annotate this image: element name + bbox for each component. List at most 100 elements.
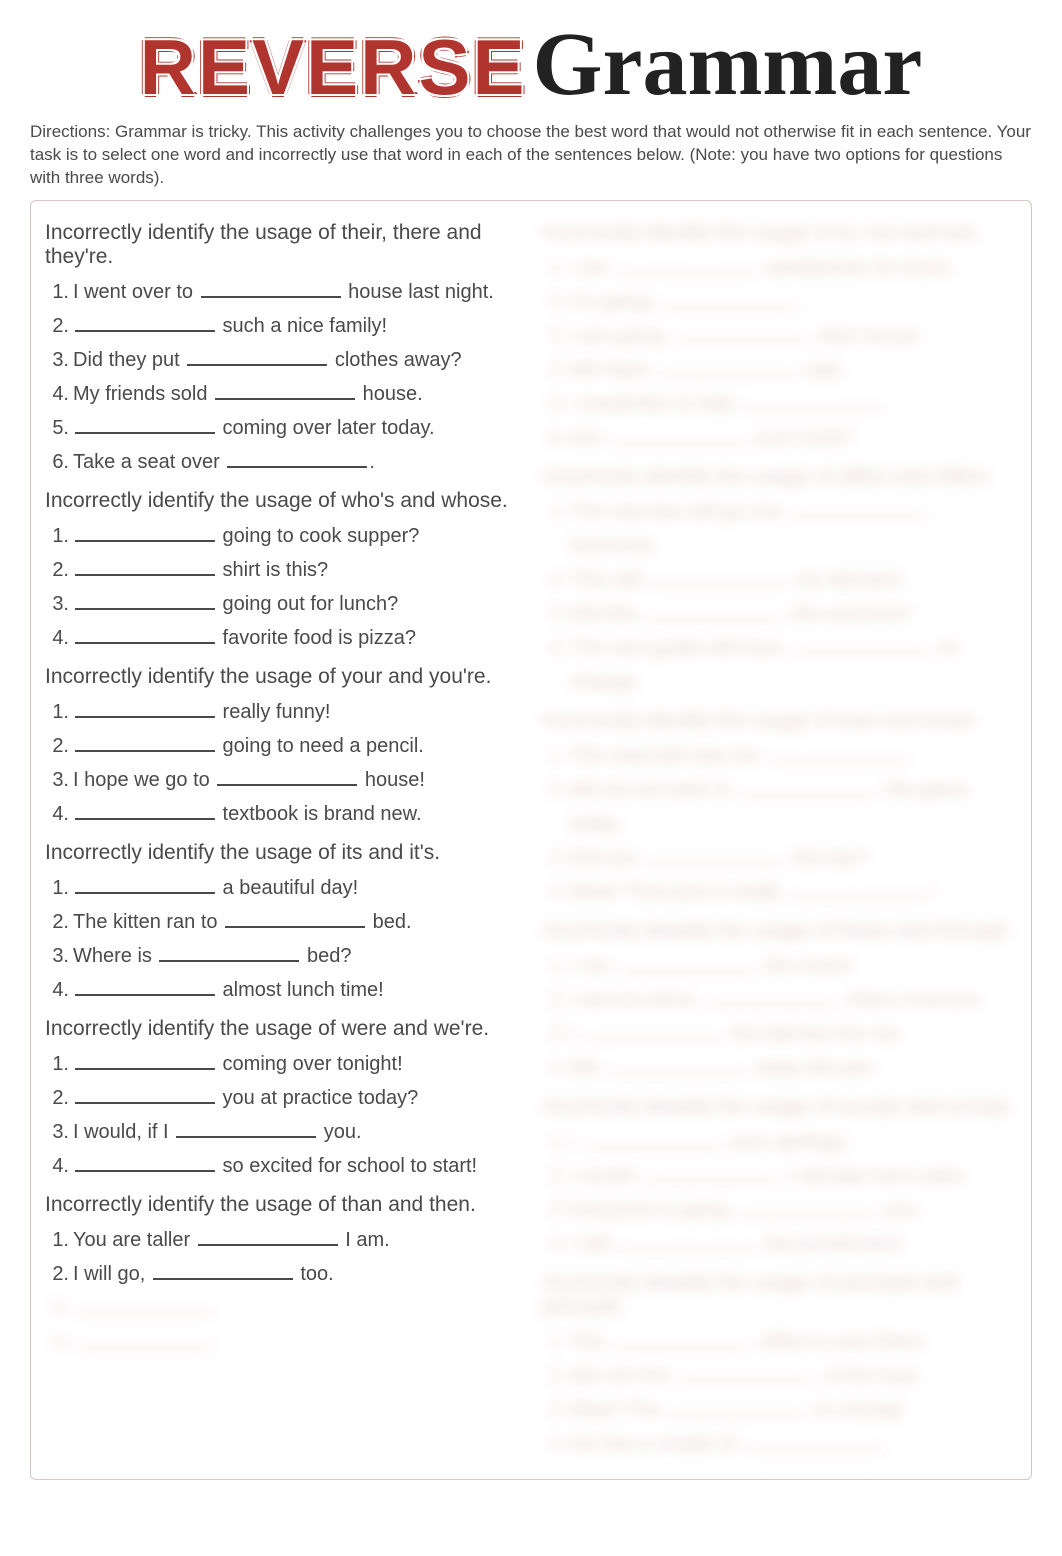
answer-blank[interactable] (75, 1052, 215, 1070)
answer-blank[interactable] (75, 558, 215, 576)
question-number: 3. (544, 1193, 566, 1227)
answer-blank[interactable] (658, 290, 798, 308)
directions-text: Directions: Grammar is tricky. This acti… (30, 121, 1032, 190)
question-item: 1.I went over to house last night. (73, 275, 520, 309)
answer-blank[interactable] (159, 944, 299, 962)
answer-blank[interactable] (75, 700, 215, 718)
answer-blank[interactable] (667, 1398, 807, 1416)
question-number: 1. (47, 1047, 69, 1081)
question-item: 2.I will go, too. (73, 1257, 520, 1291)
question-item: 2. such a nice family! (73, 309, 520, 343)
question-item: 3.I would, if I you. (73, 1115, 520, 1149)
answer-blank[interactable] (583, 1022, 723, 1040)
question-list: 1.The office is over there.2.We win the … (542, 1325, 1017, 1461)
answer-blank[interactable] (75, 592, 215, 610)
answer-blank[interactable] (789, 880, 929, 898)
answer-blank[interactable] (187, 348, 327, 366)
answer-blank[interactable] (75, 1296, 215, 1314)
section-heading: Incorrectly identify the usage of threw … (542, 919, 1017, 943)
answer-blank[interactable] (676, 1364, 816, 1382)
answer-blank[interactable] (656, 358, 796, 376)
question-item: 3.Did this the outcome? (570, 597, 1017, 631)
question-item: 4.The new guide will have on change. (570, 631, 1017, 699)
answer-blank[interactable] (75, 734, 215, 752)
question-item: 4.My friends sold house. (73, 377, 520, 411)
question-number: 3. (47, 939, 69, 973)
answer-blank[interactable] (75, 314, 215, 332)
question-number: 4. (47, 797, 69, 831)
question-item: 1.I your apology. (570, 1125, 1017, 1159)
answer-blank[interactable] (201, 280, 341, 298)
worksheet-container: Incorrectly identify the usage of their,… (30, 200, 1032, 1480)
answer-blank[interactable] (225, 910, 365, 928)
question-list: 1. really funny!2. going to need a penci… (45, 695, 520, 831)
question-number: 3. (544, 597, 566, 631)
answer-blank[interactable] (616, 1232, 756, 1250)
answer-blank[interactable] (75, 1154, 215, 1172)
question-item: 1. really funny! (73, 695, 520, 729)
answer-blank[interactable] (616, 256, 756, 274)
answer-blank[interactable] (217, 768, 357, 786)
answer-blank[interactable] (644, 602, 784, 620)
question-item: 1.The seat belt was too . (570, 739, 1017, 773)
question-number: 4. (544, 353, 566, 387)
answer-blank[interactable] (671, 324, 811, 342)
question-item: 2.I'm going . (570, 285, 1017, 319)
question-item: 2.This will my decision. (570, 563, 1017, 597)
answer-blank[interactable] (583, 1130, 723, 1148)
answer-blank[interactable] (607, 1056, 747, 1074)
answer-blank[interactable] (743, 1432, 883, 1450)
answer-blank[interactable] (649, 568, 789, 586)
question-number: 6. (47, 445, 69, 479)
section-heading: Incorrectly identify the usage of your a… (45, 665, 520, 689)
answer-blank[interactable] (75, 524, 215, 542)
answer-blank[interactable] (75, 1086, 215, 1104)
question-number: 4. (47, 973, 69, 1007)
question-item: 4. so excited for school to start! (73, 1149, 520, 1183)
answer-blank[interactable] (618, 954, 758, 972)
answer-blank[interactable] (198, 1228, 338, 1246)
answer-blank[interactable] (215, 382, 355, 400)
question-item: 5.I would like to help . (570, 387, 1017, 421)
answer-blank[interactable] (789, 500, 929, 518)
question-number: 4. (544, 1227, 566, 1261)
answer-blank[interactable] (227, 450, 367, 468)
answer-blank[interactable] (75, 626, 215, 644)
answer-blank[interactable] (75, 876, 215, 894)
answer-blank[interactable] (609, 426, 749, 444)
question-list: 1.I am sandwiches for lunch.2.I'm going … (542, 251, 1017, 455)
question-number: 1. (544, 1125, 566, 1159)
answer-blank[interactable] (75, 802, 215, 820)
answer-blank[interactable] (176, 1120, 316, 1138)
answer-blank[interactable] (702, 988, 842, 1006)
answer-blank[interactable] (641, 1164, 781, 1182)
question-number: 1. (47, 695, 69, 729)
answer-blank[interactable] (737, 1198, 877, 1216)
question-list: 1.The new law will go into tomorrow.2.Th… (542, 495, 1017, 699)
question-item: 4. almost lunch time! (73, 973, 520, 1007)
question-item: 1. coming over tonight! (73, 1047, 520, 1081)
question-number: 4. (544, 875, 566, 909)
answer-blank[interactable] (791, 636, 931, 654)
answer-blank[interactable] (75, 978, 215, 996)
answer-blank[interactable] (768, 744, 908, 762)
question-item: 2.We do not want to the game today. (570, 773, 1017, 841)
answer-blank[interactable] (153, 1262, 293, 1280)
question-number: 2. (544, 983, 566, 1017)
question-item: 4.We away the pen. (570, 1051, 1017, 1085)
question-list: 1.The seat belt was too .2.We do not wan… (542, 739, 1017, 909)
question-item: 1. going to cook supper? (73, 519, 520, 553)
answer-blank[interactable] (742, 392, 882, 410)
answer-blank[interactable] (738, 778, 878, 796)
answer-blank[interactable] (75, 416, 215, 434)
question-item: 4.Wow! That post is really ! (570, 875, 1017, 909)
answer-blank[interactable] (612, 1330, 752, 1348)
right-column: Incorrectly identify the usage of to, to… (542, 211, 1017, 1465)
question-item: 1.The new law will go into tomorrow. (570, 495, 1017, 563)
answer-blank[interactable] (645, 846, 785, 864)
section-heading: Incorrectly identify the usage of were a… (45, 1017, 520, 1041)
answer-blank[interactable] (75, 1330, 215, 1348)
section-heading: Incorrectly identify the usage of lose a… (542, 709, 1017, 733)
question-item: 1.The office is over there. (570, 1325, 1017, 1359)
question-number: 2. (47, 1081, 69, 1115)
